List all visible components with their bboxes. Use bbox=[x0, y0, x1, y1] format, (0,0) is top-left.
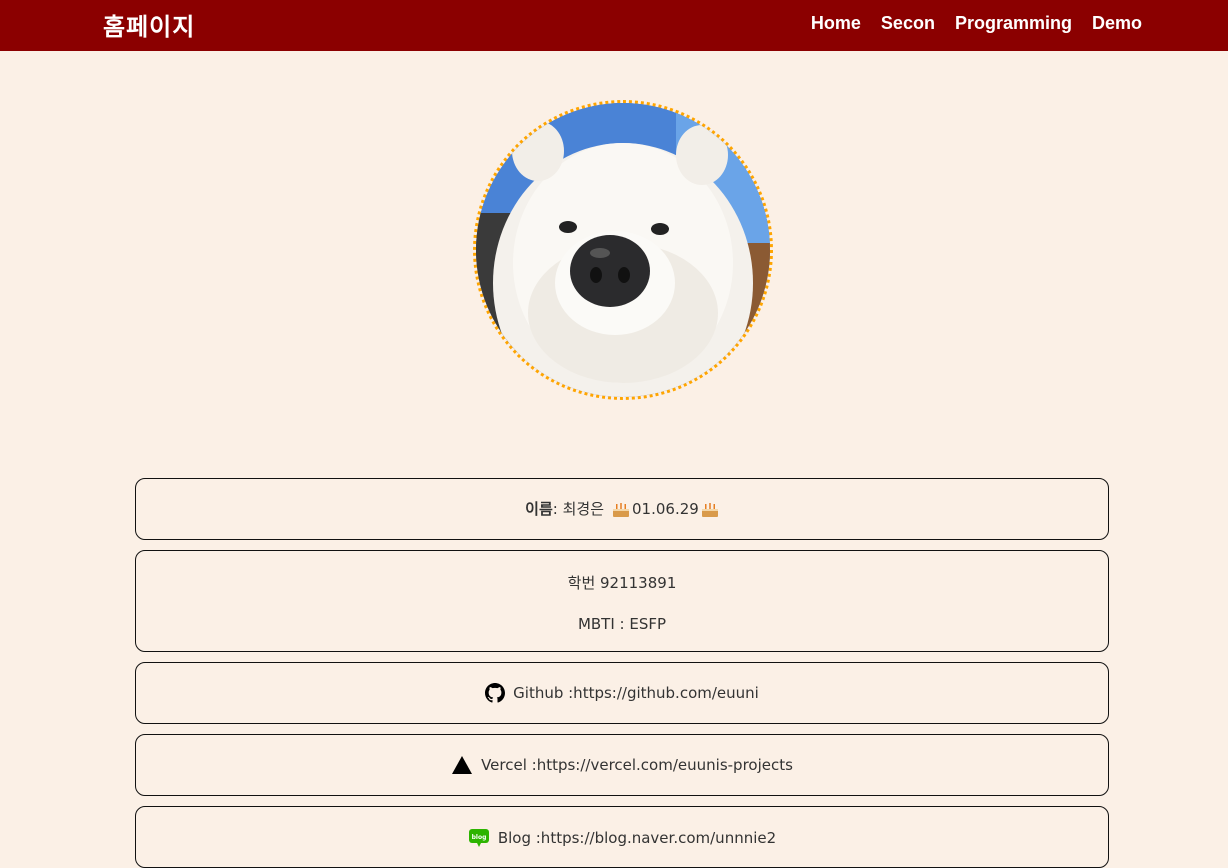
brand-title[interactable]: 홈페이지 bbox=[103, 7, 195, 42]
profile-avatar bbox=[473, 100, 773, 400]
name-card: 이름: 최경은 01.06.29 bbox=[135, 478, 1109, 540]
nav-home-link[interactable]: Home bbox=[811, 13, 861, 34]
mbti-text: MBTI : ESFP bbox=[577, 615, 667, 633]
vercel-link-text[interactable]: Vercel :https://vercel.com/euunis-projec… bbox=[481, 756, 793, 774]
naver-blog-icon: blog bbox=[468, 829, 489, 847]
name-value: : 최경은 bbox=[552, 500, 605, 518]
cake-icon bbox=[701, 502, 718, 517]
github-icon bbox=[485, 683, 506, 703]
github-link-text[interactable]: Github :https://github.com/euuni bbox=[513, 684, 759, 702]
github-card[interactable]: Github :https://github.com/euuni bbox=[135, 662, 1109, 724]
cake-icon bbox=[613, 502, 630, 517]
vercel-triangle-icon bbox=[452, 756, 473, 774]
name-label: 이름 bbox=[525, 500, 553, 518]
dog-photo bbox=[476, 103, 770, 397]
blog-link-text[interactable]: Blog :https://blog.naver.com/unnnie2 bbox=[498, 829, 776, 847]
info-card: 학번 92113891 MBTI : ESFP bbox=[135, 550, 1109, 652]
student-id-text: 학번 92113891 bbox=[567, 574, 677, 592]
blog-card[interactable]: blog Blog :https://blog.naver.com/unnnie… bbox=[135, 806, 1109, 868]
birthday-text: 01.06.29 bbox=[632, 499, 699, 518]
top-navbar: 홈페이지 Home Secon Programming Demo bbox=[0, 0, 1228, 51]
nav-demo-link[interactable]: Demo bbox=[1092, 13, 1142, 34]
nav-secon-link[interactable]: Secon bbox=[881, 13, 935, 34]
nav-programming-link[interactable]: Programming bbox=[955, 13, 1072, 34]
vercel-card[interactable]: Vercel :https://vercel.com/euunis-projec… bbox=[135, 734, 1109, 796]
nav-links: Home Secon Programming Demo bbox=[811, 13, 1142, 34]
svg-text:blog: blog bbox=[471, 834, 486, 841]
